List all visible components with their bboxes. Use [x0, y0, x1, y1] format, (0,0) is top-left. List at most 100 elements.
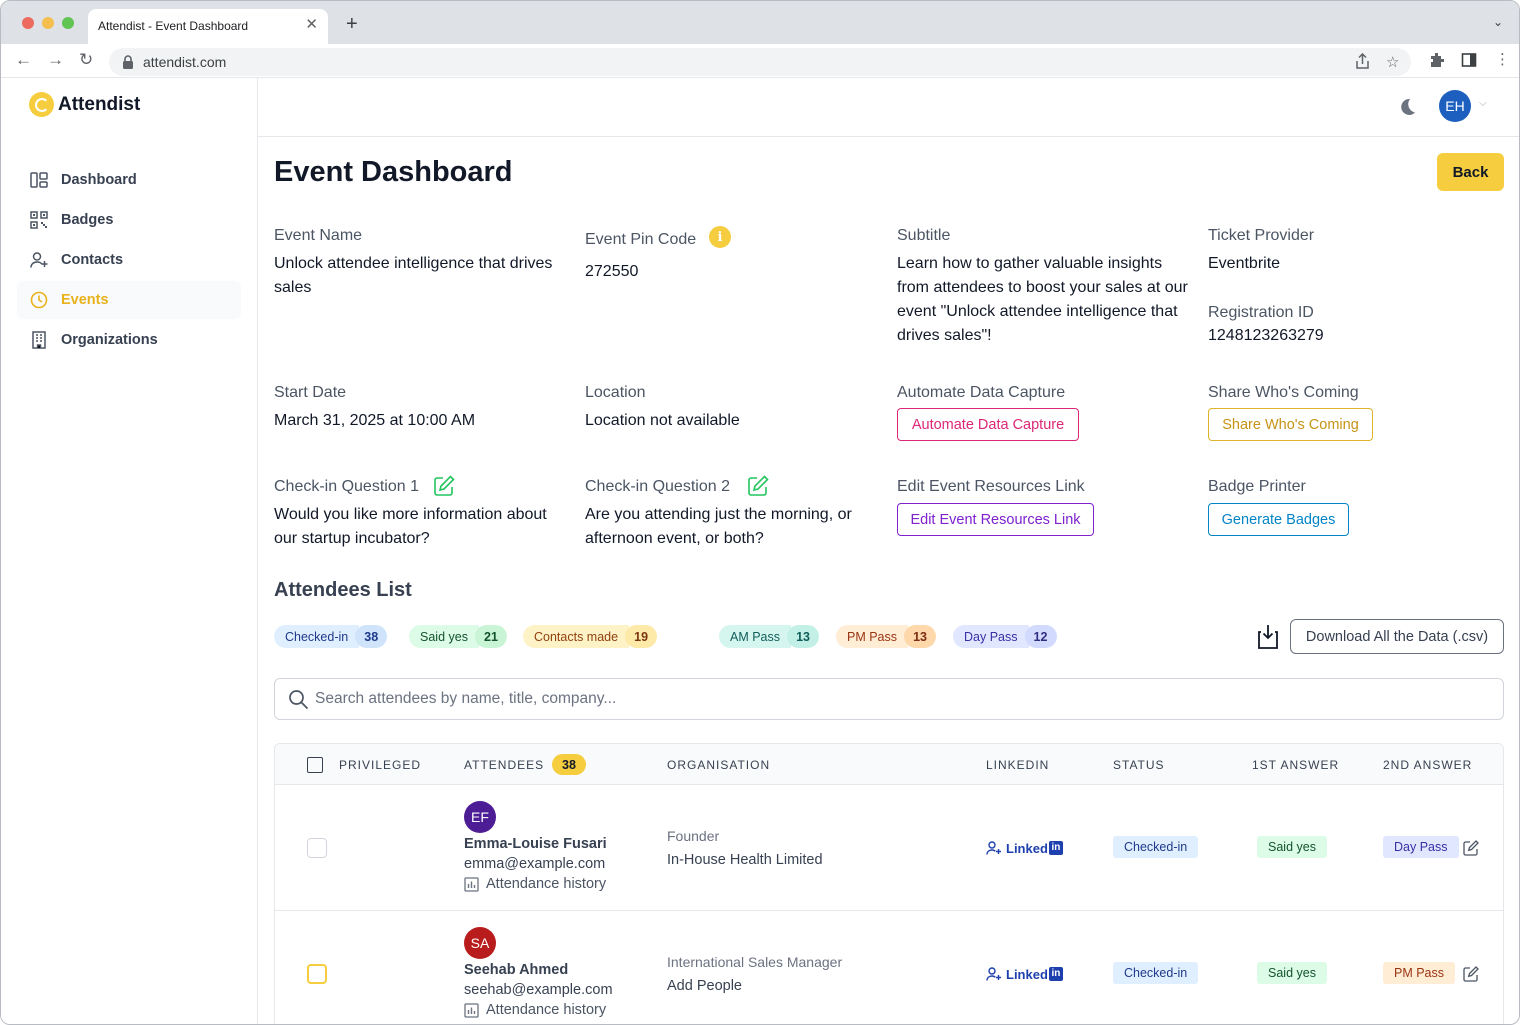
sidebar-item-contacts[interactable]: Contacts — [17, 241, 241, 279]
sidebar-item-badges[interactable]: Badges — [17, 201, 241, 239]
linkedin-in-icon: in — [1048, 967, 1063, 981]
stat-label: Contacts made — [523, 625, 630, 648]
privileged-checkbox[interactable] — [307, 964, 327, 984]
question2-value: Are you attending just the morning, or a… — [585, 506, 852, 547]
column-header-attendees[interactable]: Attendees — [464, 758, 544, 772]
answer1-badge: Said yes — [1257, 836, 1327, 858]
column-header-organisation[interactable]: Organisation — [667, 758, 770, 772]
table-row[interactable]: EF Emma-Louise Fusari emma@example.com A… — [275, 785, 1503, 911]
maximize-window-button[interactable] — [62, 17, 74, 29]
column-header-status[interactable]: Status — [1113, 758, 1165, 772]
attendee-name[interactable]: Seehab Ahmed — [464, 962, 568, 978]
sidepanel-icon[interactable] — [1461, 52, 1477, 68]
table-row[interactable]: SA Seehab Ahmed seehab@example.com Atten… — [275, 911, 1503, 1024]
location-value: Location not available — [585, 412, 740, 429]
stat-count: 13 — [904, 625, 937, 648]
dark-mode-moon-icon[interactable] — [1396, 96, 1418, 118]
subtitle-label: Subtitle — [897, 227, 951, 244]
attendance-history-link[interactable]: Attendance history — [464, 876, 606, 892]
generate-badges-button[interactable]: Generate Badges — [1208, 503, 1349, 536]
search-input[interactable] — [315, 679, 1485, 719]
stat-day-pass[interactable]: Day Pass 12 — [953, 625, 1057, 648]
linkedin-link[interactable]: Linked in — [986, 840, 1063, 856]
automate-label: Automate Data Capture — [897, 384, 1066, 401]
linkedin-link[interactable]: Linked in — [986, 966, 1063, 982]
reload-icon[interactable]: ↻ — [79, 51, 93, 68]
sidebar-item-label: Contacts — [61, 252, 124, 268]
chart-bar-icon — [464, 1002, 479, 1018]
download-csv-button[interactable]: Download All the Data (.csv) — [1290, 619, 1504, 654]
tab-close-icon[interactable]: ✕ — [305, 17, 318, 32]
logo-text: Attendist — [58, 93, 141, 115]
registration-id-label: Registration ID — [1208, 304, 1314, 321]
pin-code-value: 272550 — [585, 263, 639, 280]
stat-label: AM Pass — [719, 625, 792, 648]
pin-code-label: Event Pin Code — [585, 231, 697, 248]
edit-question2-icon[interactable] — [747, 475, 769, 497]
edit-answer-icon[interactable] — [1463, 966, 1479, 982]
edit-question1-icon[interactable] — [433, 475, 455, 497]
status-badge: Checked-in — [1113, 836, 1199, 858]
address-bar[interactable]: attendist.com ☆ — [109, 48, 1411, 76]
browser-titlebar: Attendist - Event Dashboard ✕ + ⌄ — [1, 1, 1519, 44]
automate-data-capture-button[interactable]: Automate Data Capture — [897, 408, 1079, 441]
tab-title: Attendist - Event Dashboard — [98, 19, 249, 33]
sidebar-item-organizations[interactable]: Organizations — [17, 321, 241, 359]
stat-checked-in[interactable]: Checked-in 38 — [274, 625, 388, 648]
share-whos-coming-button[interactable]: Share Who's Coming — [1208, 408, 1373, 441]
back-button[interactable]: Back — [1437, 153, 1504, 191]
stat-said-yes[interactable]: Said yes 21 — [409, 625, 507, 648]
attendee-count-badge: 38 — [552, 754, 586, 775]
new-tab-icon[interactable]: + — [346, 14, 358, 34]
forward-arrow-icon[interactable]: → — [47, 51, 64, 68]
chevron-down-icon[interactable]: ⌵ — [1479, 98, 1487, 109]
minimize-window-button[interactable] — [42, 17, 54, 29]
download-icon[interactable] — [1256, 623, 1280, 651]
column-header-privileged[interactable]: Privileged — [339, 758, 421, 772]
column-header-2nd-answer[interactable]: 2nd Answer — [1383, 758, 1472, 772]
attendee-name[interactable]: Emma-Louise Fusari — [464, 836, 607, 852]
share-label: Share Who's Coming — [1208, 384, 1359, 401]
attendees-list-title: Attendees List — [274, 579, 412, 601]
ticket-provider-label: Ticket Provider — [1208, 227, 1315, 244]
logo[interactable]: Attendist — [29, 92, 140, 117]
more-vert-icon[interactable]: ⋮ — [1495, 52, 1510, 67]
browser-window: Attendist - Event Dashboard ✕ + ⌄ ← → ↻ … — [0, 0, 1520, 1025]
lock-icon — [123, 55, 133, 69]
attendance-history-link[interactable]: Attendance history — [464, 1002, 606, 1018]
sidebar-nav: Dashboard Badges Contacts Events Organiz… — [17, 161, 241, 361]
stat-contacts-made[interactable]: Contacts made 19 — [523, 625, 658, 648]
status-badge: Checked-in — [1113, 962, 1199, 984]
attendance-history-label: Attendance history — [486, 1002, 607, 1018]
privileged-checkbox[interactable] — [307, 838, 327, 858]
start-date-label: Start Date — [274, 384, 347, 401]
stat-pm-pass[interactable]: PM Pass 13 — [836, 625, 937, 648]
answer1-badge: Said yes — [1257, 962, 1327, 984]
back-arrow-icon[interactable]: ← — [15, 51, 32, 68]
sidebar-item-dashboard[interactable]: Dashboard — [17, 161, 241, 199]
browser-tab[interactable]: Attendist - Event Dashboard ✕ — [88, 9, 328, 44]
user-plus-icon — [30, 251, 48, 269]
column-header-1st-answer[interactable]: 1st Answer — [1252, 758, 1339, 772]
attendee-email: emma@example.com — [464, 856, 606, 872]
app-topbar: EH ⌵ — [258, 78, 1519, 137]
column-header-linkedin[interactable]: LinkedIn — [986, 758, 1049, 772]
attendee-organisation: In-House Health Limited — [667, 852, 823, 868]
share-icon[interactable] — [1355, 53, 1370, 70]
bookmark-star-icon[interactable]: ☆ — [1386, 53, 1399, 71]
user-avatar[interactable]: EH — [1439, 90, 1471, 122]
answer2-badge: PM Pass — [1383, 962, 1456, 984]
attendee-job-title: International Sales Manager — [667, 954, 843, 970]
sidebar-item-events[interactable]: Events — [17, 281, 241, 319]
chart-bar-icon — [464, 876, 479, 892]
extensions-icon[interactable] — [1429, 52, 1445, 68]
info-icon[interactable]: i — [709, 226, 731, 248]
edit-answer-icon[interactable] — [1463, 840, 1479, 856]
select-all-checkbox[interactable] — [307, 757, 323, 773]
stat-count: 38 — [355, 625, 388, 648]
edit-resources-link-button[interactable]: Edit Event Resources Link — [897, 503, 1094, 536]
chevron-down-icon[interactable]: ⌄ — [1493, 15, 1503, 29]
avatar: SA — [464, 927, 496, 959]
stat-am-pass[interactable]: AM Pass 13 — [719, 625, 820, 648]
close-window-button[interactable] — [22, 17, 34, 29]
